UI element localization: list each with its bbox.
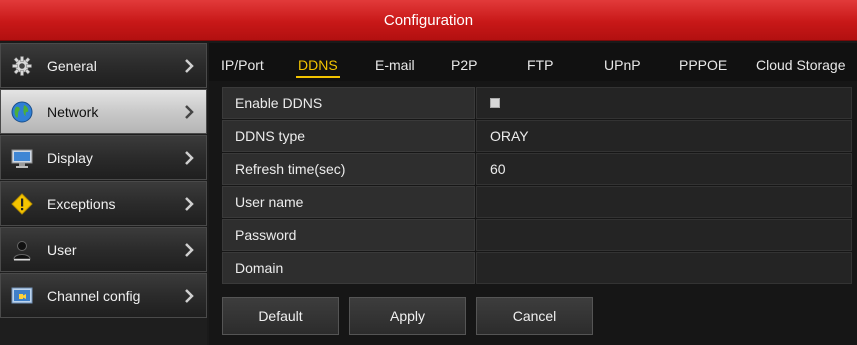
default-button[interactable]: Default: [222, 297, 339, 335]
form-row-domain: Domain: [222, 252, 852, 284]
sidebar-item-display[interactable]: Display: [0, 135, 207, 180]
tab-p2p[interactable]: P2P: [451, 57, 477, 73]
sidebar-item-channel-config[interactable]: Channel config: [0, 273, 207, 318]
ddns-form: Enable DDNS DDNS type ORAY Refresh time(…: [222, 87, 852, 285]
chevron-right-icon: [184, 150, 194, 166]
user-icon: [11, 239, 33, 261]
password-input[interactable]: [476, 219, 852, 251]
tab-email[interactable]: E-mail: [375, 57, 415, 73]
chevron-right-icon: [184, 196, 194, 212]
tab-upnp[interactable]: UPnP: [604, 57, 641, 73]
user-name-label: User name: [222, 186, 475, 218]
camera-icon: [11, 285, 33, 307]
globe-icon: [11, 101, 33, 123]
sidebar-item-label: User: [47, 241, 77, 258]
chevron-right-icon: [184, 58, 194, 74]
ddns-type-select[interactable]: ORAY: [476, 120, 852, 152]
tab-ip-port[interactable]: IP/Port: [221, 57, 264, 73]
sidebar-item-user[interactable]: User: [0, 227, 207, 272]
domain-input[interactable]: [476, 252, 852, 284]
tab-ddns[interactable]: DDNS: [296, 57, 340, 78]
form-row-user-name: User name: [222, 186, 852, 218]
sidebar-item-exceptions[interactable]: Exceptions: [0, 181, 207, 226]
gear-icon: [11, 55, 33, 77]
window-title: Configuration: [383, 11, 474, 29]
domain-label: Domain: [222, 252, 475, 284]
button-bar: Default Apply Cancel: [222, 297, 852, 335]
enable-ddns-checkbox[interactable]: [490, 98, 500, 108]
sidebar-item-network[interactable]: Network: [0, 89, 207, 134]
sidebar: General Network Display Exceptions User …: [0, 43, 207, 345]
refresh-time-label: Refresh time(sec): [222, 153, 475, 185]
window-titlebar: Configuration: [0, 0, 857, 41]
sidebar-item-label: Network: [47, 103, 99, 120]
chevron-right-icon: [184, 242, 194, 258]
apply-button[interactable]: Apply: [349, 297, 466, 335]
warning-icon: [11, 192, 33, 215]
enable-ddns-label: Enable DDNS: [222, 87, 475, 119]
monitor-icon: [11, 147, 33, 169]
tab-ftp[interactable]: FTP: [527, 57, 553, 73]
form-row-ddns-type: DDNS type ORAY: [222, 120, 852, 152]
chevron-right-icon: [184, 104, 194, 120]
form-row-refresh-time: Refresh time(sec) 60: [222, 153, 852, 185]
user-name-input[interactable]: [476, 186, 852, 218]
sidebar-item-general[interactable]: General: [0, 43, 207, 88]
sidebar-item-label: Channel config: [47, 287, 141, 304]
tab-cloud-storage[interactable]: Cloud Storage: [756, 57, 846, 73]
refresh-time-input[interactable]: 60: [476, 153, 852, 185]
enable-ddns-field: [476, 87, 852, 119]
tab-pppoe[interactable]: PPPOE: [679, 57, 727, 73]
main-panel: IP/Port DDNS E-mail P2P FTP UPnP PPPOE C…: [209, 43, 857, 345]
ddns-type-label: DDNS type: [222, 120, 475, 152]
cancel-button[interactable]: Cancel: [476, 297, 593, 335]
sidebar-item-label: General: [47, 57, 97, 74]
form-row-password: Password: [222, 219, 852, 251]
sidebar-item-label: Display: [47, 149, 93, 166]
tab-bar: IP/Port DDNS E-mail P2P FTP UPnP PPPOE C…: [209, 43, 857, 81]
form-row-enable-ddns: Enable DDNS: [222, 87, 852, 119]
chevron-right-icon: [184, 288, 194, 304]
password-label: Password: [222, 219, 475, 251]
sidebar-item-label: Exceptions: [47, 195, 116, 212]
